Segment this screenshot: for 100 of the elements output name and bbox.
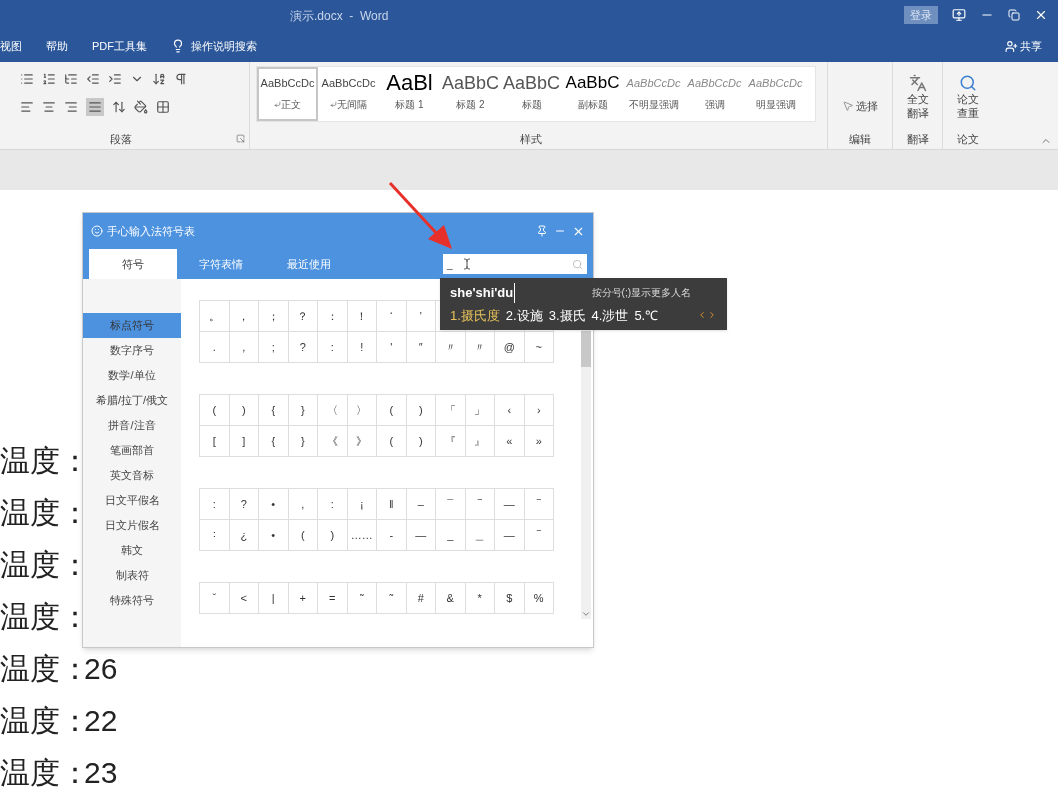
symbol-cell[interactable]: < xyxy=(229,583,259,614)
pin-icon[interactable] xyxy=(536,225,548,237)
align-center-icon[interactable] xyxy=(42,100,56,114)
symbol-cell[interactable]: ) xyxy=(406,395,436,426)
symbol-cell[interactable]: _ xyxy=(436,520,466,551)
symbol-cell[interactable]: ) xyxy=(229,395,259,426)
bullets-icon[interactable] xyxy=(20,72,34,86)
symbol-search-field[interactable]: _ xyxy=(443,254,587,274)
style-item[interactable]: AaBl 标题 1 xyxy=(379,67,440,121)
symbol-cell[interactable]: ( xyxy=(377,395,407,426)
symbol-cell[interactable]: : xyxy=(200,489,230,520)
symbol-cell[interactable]: ‘ xyxy=(377,301,407,332)
tell-me-search[interactable]: 操作说明搜索 xyxy=(191,37,257,55)
shading-icon[interactable] xyxy=(134,100,148,114)
style-item[interactable]: AaBbCcDc 正文 xyxy=(257,67,318,121)
symbol-cell[interactable]: [ xyxy=(200,426,230,457)
symbol-cell[interactable]: ; xyxy=(259,332,289,363)
candidate-word[interactable]: 5.℃ xyxy=(634,305,659,325)
category-item[interactable]: 数字序号 xyxy=(83,338,181,363)
share-button[interactable]: 共享 xyxy=(1020,37,1042,55)
symbol-cell[interactable]: ( xyxy=(377,426,407,457)
symbol-cell[interactable]: ’ xyxy=(406,301,436,332)
symbol-cell[interactable]: : xyxy=(318,489,348,520)
decrease-indent-icon[interactable] xyxy=(86,72,100,86)
category-item[interactable]: 希腊/拉丁/俄文 xyxy=(83,388,181,413)
justify-button[interactable] xyxy=(86,98,104,116)
symbol-cell[interactable]: ~ xyxy=(524,332,554,363)
symbol-cell[interactable]: $ xyxy=(495,583,525,614)
select-button[interactable]: 选择 xyxy=(856,98,878,115)
lightbulb-icon[interactable] xyxy=(171,39,185,53)
category-item[interactable]: 拼音/注音 xyxy=(83,413,181,438)
symbol-cell[interactable]: ＿ xyxy=(465,520,495,551)
style-item[interactable]: AaBbCcDc 强调 xyxy=(684,67,745,121)
symbol-cell[interactable]: , xyxy=(288,489,318,520)
symbol-cell[interactable]: ˜ xyxy=(347,583,377,614)
search-icon[interactable] xyxy=(959,74,977,92)
dialog-tab[interactable]: 符号 xyxy=(89,249,177,279)
symbol-cell[interactable]: % xyxy=(524,583,554,614)
symbol-cell[interactable]: ‹ xyxy=(495,395,525,426)
symbol-cell[interactable]: ( xyxy=(288,520,318,551)
ribbon-display-icon[interactable] xyxy=(952,8,966,22)
symbol-cell[interactable]: ″ xyxy=(406,332,436,363)
scrollbar-thumb[interactable] xyxy=(581,331,591,367)
align-left-icon[interactable] xyxy=(20,100,34,114)
symbol-cell[interactable]: ( xyxy=(200,395,230,426)
symbol-cell[interactable]: = xyxy=(318,583,348,614)
menu-tab[interactable]: 帮助 xyxy=(46,37,68,55)
symbol-cell[interactable]: + xyxy=(288,583,318,614)
symbol-cell[interactable]: ？ xyxy=(288,301,318,332)
symbol-cell[interactable]: – xyxy=(406,489,436,520)
symbol-cell[interactable]: ! xyxy=(347,332,377,363)
symbol-cell[interactable]: ， xyxy=(229,301,259,332)
symbol-cell[interactable]: ) xyxy=(406,426,436,457)
paper-check-button[interactable]: 论文查重 xyxy=(955,92,981,120)
symbol-cell[interactable]: ¯ xyxy=(436,489,466,520)
candidate-word[interactable]: 4.涉世 xyxy=(591,305,629,325)
symbol-cell[interactable]: @ xyxy=(495,332,525,363)
symbol-cell[interactable]: ? xyxy=(229,489,259,520)
symbol-cell[interactable]: › xyxy=(524,395,554,426)
symbol-cell[interactable]: « xyxy=(495,426,525,457)
symbol-cell[interactable]: 」 xyxy=(465,395,495,426)
category-item[interactable]: 数学/单位 xyxy=(83,363,181,388)
candidate-word[interactable]: 1.摄氏度 xyxy=(450,305,500,325)
symbol-cell[interactable]: | xyxy=(259,583,289,614)
symbol-cell[interactable]: , xyxy=(229,332,259,363)
symbol-cell[interactable]: ] xyxy=(229,426,259,457)
symbol-cell[interactable]: ˇ xyxy=(200,583,230,614)
symbol-cell[interactable]: 』 xyxy=(465,426,495,457)
line-spacing-icon[interactable] xyxy=(112,100,126,114)
symbol-cell[interactable]: …… xyxy=(347,520,377,551)
menu-tab[interactable]: 视图 xyxy=(0,37,22,55)
symbol-cell[interactable]: ‾ xyxy=(524,520,554,551)
style-item[interactable]: AaBbC 副标题 xyxy=(562,67,623,121)
style-item[interactable]: AaBbCcDc 明显强调 xyxy=(745,67,806,121)
symbol-cell[interactable]: . xyxy=(200,332,230,363)
symbol-cell[interactable]: » xyxy=(524,426,554,457)
multilevel-list-icon[interactable] xyxy=(64,72,78,86)
symbol-cell[interactable]: ‾ xyxy=(465,489,495,520)
symbol-cell[interactable]: ‾ xyxy=(524,489,554,520)
increase-indent-icon[interactable] xyxy=(108,72,122,86)
symbol-cell[interactable]: 「 xyxy=(436,395,466,426)
symbol-cell[interactable]: 〃 xyxy=(465,332,495,363)
symbol-cell[interactable]: # xyxy=(406,583,436,614)
menu-tab[interactable]: PDF工具集 xyxy=(92,37,147,55)
symbol-cell[interactable]: ˜ xyxy=(377,583,407,614)
style-item[interactable]: AaBbCcDc 不明显强调 xyxy=(623,67,684,121)
candidate-word[interactable]: 2.设施 xyxy=(505,305,543,325)
symbol-cell[interactable]: 。 xyxy=(200,301,230,332)
person-icon[interactable] xyxy=(1005,39,1018,53)
symbol-cell[interactable]: { xyxy=(259,426,289,457)
symbol-cell[interactable]: 》 xyxy=(347,426,377,457)
symbol-cell[interactable]: • xyxy=(259,520,289,551)
symbol-cell[interactable]: ¿ xyxy=(229,520,259,551)
symbol-cell[interactable]: 《 xyxy=(318,426,348,457)
symbol-cell[interactable]: - xyxy=(377,520,407,551)
symbol-cell[interactable]: * xyxy=(465,583,495,614)
restore-icon[interactable] xyxy=(1008,9,1020,21)
symbol-cell[interactable]: ¡ xyxy=(347,489,377,520)
symbol-cell[interactable]: { xyxy=(259,395,289,426)
style-item[interactable]: AaBbC 标题 2 xyxy=(440,67,501,121)
